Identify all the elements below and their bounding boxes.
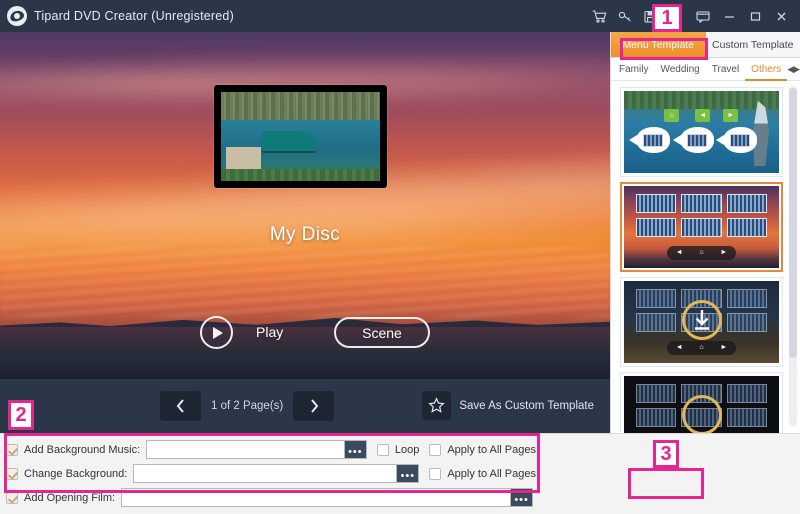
opening-film-field[interactable]: ••• xyxy=(121,488,533,507)
add-background-music-label: Add Background Music: xyxy=(24,444,140,456)
menu-options-form: Add Background Music: ••• Loop Apply to … xyxy=(6,439,536,511)
loop-label: Loop xyxy=(395,444,419,456)
row-change-background: Change Background: ••• Apply to All Page… xyxy=(6,463,536,484)
template-list[interactable]: ⌂ ◄ ► ◄⌂► xyxy=(611,82,800,433)
category-others[interactable]: Others xyxy=(745,58,787,81)
category-travel[interactable]: Travel xyxy=(706,64,745,75)
window-controls xyxy=(586,0,794,32)
loop-checkbox-group[interactable]: Loop xyxy=(377,444,419,456)
scene-button[interactable]: Scene xyxy=(334,317,430,348)
play-label[interactable]: Play xyxy=(256,324,283,340)
category-wedding[interactable]: Wedding xyxy=(654,64,705,75)
loop-checkbox[interactable] xyxy=(377,444,389,456)
change-background-input[interactable] xyxy=(134,465,396,482)
maximize-button[interactable] xyxy=(742,0,768,32)
annotation-badge-1: 1 xyxy=(652,4,682,32)
add-background-music-checkbox[interactable] xyxy=(6,444,18,456)
app-title: Tipard DVD Creator (Unregistered) xyxy=(34,9,234,23)
tab-menu-template[interactable]: Menu Template xyxy=(611,32,706,57)
download-icon[interactable] xyxy=(682,395,722,433)
save-as-custom-template-button[interactable]: Save As Custom Template xyxy=(422,391,594,420)
apply-all-pages-music-checkbox[interactable] xyxy=(429,444,441,456)
add-opening-film-label: Add Opening Film: xyxy=(24,492,115,504)
home-button-icon: ⌂ xyxy=(664,109,679,122)
feedback-icon[interactable] xyxy=(690,0,716,32)
background-music-input[interactable] xyxy=(147,441,344,458)
add-opening-film-checkbox[interactable] xyxy=(6,492,18,504)
template-item-lake-fish[interactable]: ⌂ ◄ ► xyxy=(620,87,783,177)
template-item-dark-partial[interactable] xyxy=(620,372,783,433)
app-logo-icon xyxy=(0,6,34,26)
thumb-control-bar: ◄⌂► xyxy=(667,341,735,355)
category-scroll-arrows-icon[interactable]: ◀▶ xyxy=(787,64,800,75)
template-item-sunset-grid[interactable]: ◄⌂► xyxy=(620,182,783,272)
minimize-button[interactable] xyxy=(716,0,742,32)
annotation-badge-2: 2 xyxy=(8,400,34,430)
change-background-field[interactable]: ••• xyxy=(133,464,419,483)
template-panel: Menu Template Custom Template Family Wed… xyxy=(610,32,800,433)
close-button[interactable] xyxy=(768,0,794,32)
app-window: Tipard DVD Creator (Unregistered) xyxy=(0,0,800,514)
change-background-browse-button[interactable]: ••• xyxy=(396,465,418,482)
template-scrollbar-thumb[interactable] xyxy=(789,88,797,358)
apply-all-pages-music-group[interactable]: Apply to All Pages xyxy=(429,444,536,456)
download-arrow-icon xyxy=(692,309,712,331)
tab-custom-template[interactable]: Custom Template xyxy=(706,32,800,57)
apply-all-pages-background-checkbox[interactable] xyxy=(429,468,441,480)
sky-cloud-streaks xyxy=(0,247,610,316)
star-icon xyxy=(422,391,451,420)
template-tabs: Menu Template Custom Template xyxy=(611,32,800,58)
change-background-label: Change Background: xyxy=(24,468,127,480)
horizon-ground xyxy=(0,327,610,379)
background-music-browse-button[interactable]: ••• xyxy=(344,441,366,458)
play-icon[interactable] xyxy=(200,316,233,349)
menu-preview-area[interactable]: My Disc Play Scene xyxy=(0,32,610,379)
change-background-checkbox[interactable] xyxy=(6,468,18,480)
thumb-control-bar: ◄⌂► xyxy=(667,246,735,260)
cart-icon[interactable] xyxy=(586,0,612,32)
apply-all-pages-background-group[interactable]: Apply to All Pages xyxy=(429,468,536,480)
row-background-music: Add Background Music: ••• Loop Apply to … xyxy=(6,439,536,460)
apply-all-pages-background-label: Apply to All Pages xyxy=(447,468,536,480)
prev-page-button[interactable] xyxy=(160,391,201,421)
register-icon[interactable] xyxy=(612,0,638,32)
video-thumbnail[interactable] xyxy=(214,85,387,188)
background-music-field[interactable]: ••• xyxy=(146,440,367,459)
save-as-custom-template-label: Save As Custom Template xyxy=(459,400,594,412)
annotation-badge-3: 3 xyxy=(653,440,679,468)
next-button-icon: ► xyxy=(723,109,738,122)
bottom-toolbar: Add Background Music: ••• Loop Apply to … xyxy=(0,433,800,514)
disc-title[interactable]: My Disc xyxy=(0,224,610,246)
next-page-button[interactable] xyxy=(293,391,334,421)
apply-all-pages-music-label: Apply to All Pages xyxy=(447,444,536,456)
page-navigation-bar: 1 of 2 Page(s) Save As Custom Template xyxy=(0,379,610,433)
template-item-download[interactable]: ◄⌂► xyxy=(620,277,783,367)
page-indicator: 1 of 2 Page(s) xyxy=(211,400,283,412)
opening-film-browse-button[interactable]: ••• xyxy=(510,489,532,506)
opening-film-input[interactable] xyxy=(122,489,510,506)
prev-button-icon: ◄ xyxy=(695,109,710,122)
row-opening-film: Add Opening Film: ••• xyxy=(6,487,536,508)
category-family[interactable]: Family xyxy=(613,64,654,75)
category-tabs: Family Wedding Travel Others ◀▶ xyxy=(611,58,800,81)
